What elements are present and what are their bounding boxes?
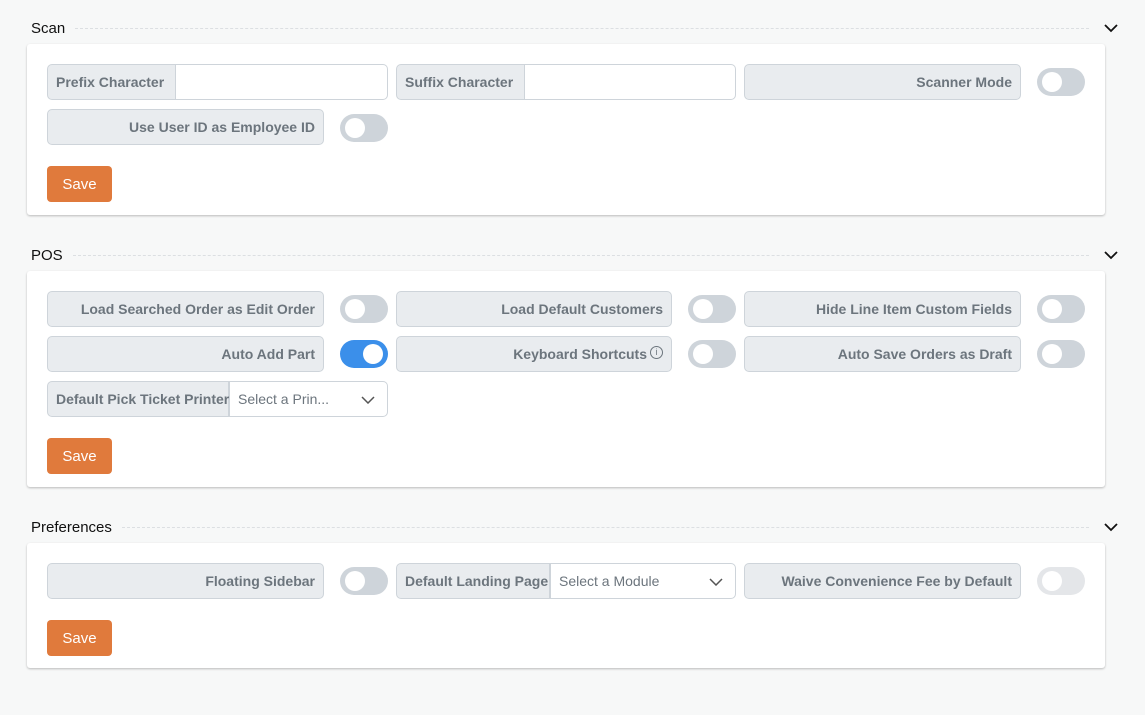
toggle-knob (1042, 344, 1062, 364)
pick-ticket-printer-label: Default Pick Ticket Printer (47, 381, 229, 417)
load-default-customers-label: Load Default Customers (396, 291, 672, 327)
floating-sidebar-field: Floating Sidebar (47, 563, 324, 599)
auto-add-part-toggle[interactable] (340, 340, 388, 368)
default-landing-page-label: Default Landing Page (396, 563, 550, 599)
pos-card: Load Searched Order as Edit Order Load D… (27, 271, 1105, 487)
waive-fee-toggle[interactable] (1037, 567, 1085, 595)
auto-save-drafts-label: Auto Save Orders as Draft (744, 336, 1021, 372)
preferences-section-header: Preferences (27, 515, 1119, 539)
keyboard-shortcuts-label: Keyboard Shortcuts (513, 346, 647, 362)
scan-save-button[interactable]: Save (47, 166, 112, 202)
preferences-card: Floating Sidebar Default Landing Page Se… (27, 543, 1105, 668)
auto-add-part-label: Auto Add Part (47, 336, 324, 372)
toggle-knob (345, 299, 365, 319)
chevron-down-icon[interactable] (1103, 20, 1119, 36)
default-landing-page-select[interactable]: Select a Module (550, 563, 736, 599)
waive-fee-label: Waive Convenience Fee by Default (744, 563, 1021, 599)
preferences-save-button[interactable]: Save (47, 620, 112, 656)
default-landing-page-field: Default Landing Page Select a Module (396, 563, 736, 599)
load-default-customers-toggle[interactable] (688, 295, 736, 323)
chevron-down-icon[interactable] (1103, 519, 1119, 535)
suffix-character-input[interactable] (525, 64, 736, 100)
scanner-mode-label: Scanner Mode (744, 64, 1021, 100)
toggle-knob (363, 344, 383, 364)
load-searched-order-toggle[interactable] (340, 295, 388, 323)
scan-section: Scan Prefix Character Suffix Character S… (27, 16, 1119, 215)
prefix-character-label: Prefix Character (47, 64, 176, 100)
suffix-character-label: Suffix Character (396, 64, 525, 100)
prefix-character-field: Prefix Character (47, 64, 388, 100)
toggle-knob (1042, 72, 1062, 92)
floating-sidebar-toggle[interactable] (340, 567, 388, 595)
toggle-knob (345, 571, 365, 591)
pos-section: POS Load Searched Order as Edit Order Lo… (27, 243, 1119, 487)
section-title: Scan (31, 19, 66, 37)
toggle-knob (693, 299, 713, 319)
preferences-section: Preferences Floating Sidebar Default Lan… (27, 515, 1119, 668)
prefix-character-input[interactable] (176, 64, 388, 100)
load-searched-order-label: Load Searched Order as Edit Order (47, 291, 324, 327)
hide-line-item-toggle[interactable] (1037, 295, 1085, 323)
scanner-mode-field: Scanner Mode (744, 64, 1021, 100)
chevron-down-icon[interactable] (1103, 247, 1119, 263)
suffix-character-field: Suffix Character (396, 64, 736, 100)
chevron-down-icon (361, 391, 375, 407)
section-divider (121, 526, 1089, 528)
section-title: Preferences (31, 518, 112, 536)
use-user-id-toggle[interactable] (340, 114, 388, 142)
pos-save-button[interactable]: Save (47, 438, 112, 474)
keyboard-shortcuts-toggle[interactable] (688, 340, 736, 368)
toggle-knob (1042, 299, 1062, 319)
auto-add-part-field: Auto Add Part (47, 336, 324, 372)
toggle-knob (1042, 571, 1062, 591)
toggle-knob (693, 344, 713, 364)
toggle-knob (345, 118, 365, 138)
pos-section-header: POS (27, 243, 1119, 267)
pick-ticket-printer-field: Default Pick Ticket Printer Select a Pri… (47, 381, 388, 417)
hide-line-item-field: Hide Line Item Custom Fields (744, 291, 1021, 327)
use-user-id-field: Use User ID as Employee ID (47, 109, 324, 145)
keyboard-shortcuts-label-box: Keyboard Shortcuts i (396, 336, 672, 372)
load-default-customers-field: Load Default Customers (396, 291, 672, 327)
chevron-down-icon (709, 573, 723, 589)
pick-ticket-printer-placeholder: Select a Prin... (238, 391, 330, 407)
section-divider (75, 27, 1089, 29)
scanner-mode-toggle[interactable] (1037, 68, 1085, 96)
scan-card: Prefix Character Suffix Character Scanne… (27, 44, 1105, 215)
waive-fee-field: Waive Convenience Fee by Default (744, 563, 1021, 599)
default-landing-page-placeholder: Select a Module (559, 573, 660, 589)
floating-sidebar-label: Floating Sidebar (47, 563, 324, 599)
pick-ticket-printer-select[interactable]: Select a Prin... (229, 381, 388, 417)
auto-save-drafts-field: Auto Save Orders as Draft (744, 336, 1021, 372)
info-circle-icon[interactable]: i (650, 345, 663, 359)
use-user-id-label: Use User ID as Employee ID (47, 109, 324, 145)
section-divider (72, 254, 1089, 256)
load-searched-order-field: Load Searched Order as Edit Order (47, 291, 324, 327)
section-title: POS (31, 246, 63, 264)
scan-section-header: Scan (27, 16, 1119, 40)
auto-save-drafts-toggle[interactable] (1037, 340, 1085, 368)
keyboard-shortcuts-field: Keyboard Shortcuts i (396, 336, 672, 372)
hide-line-item-label: Hide Line Item Custom Fields (744, 291, 1021, 327)
